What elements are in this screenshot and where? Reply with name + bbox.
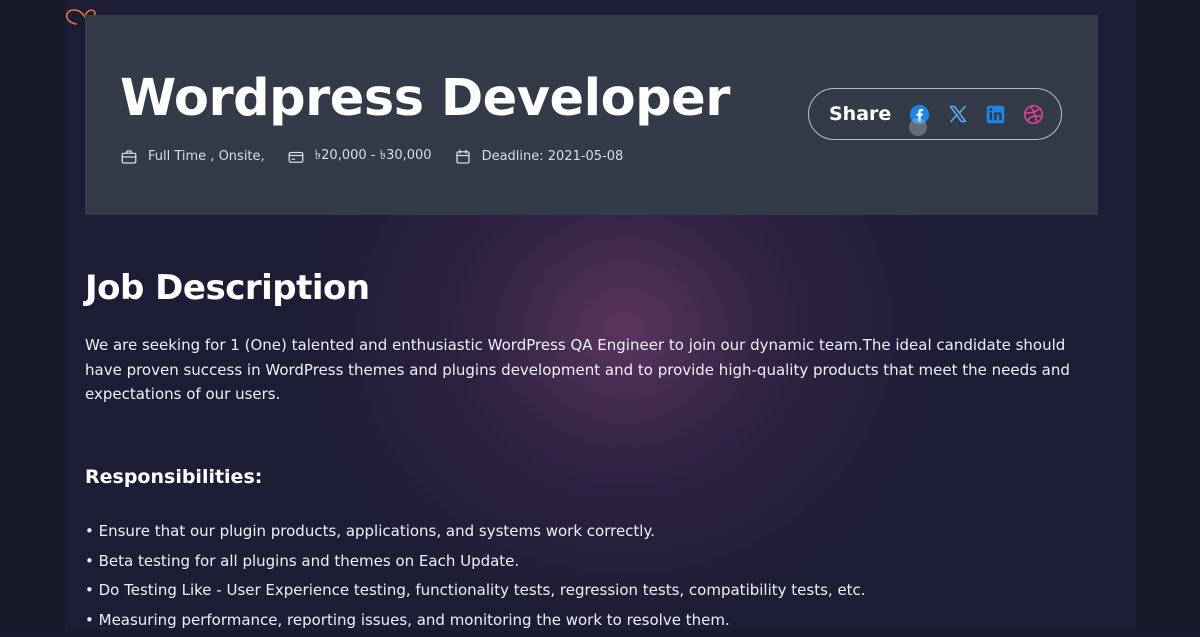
- job-deadline-label: Deadline: 2021-05-08: [482, 149, 624, 164]
- dribbble-icon: [1023, 104, 1044, 125]
- job-meta-row: Full Time , Onsite, ৳20,000 - ৳30,000 De…: [120, 146, 645, 167]
- job-description-heading: Job Description: [85, 268, 370, 308]
- calendar-icon: [454, 148, 472, 166]
- outer-margin-left: [0, 0, 65, 630]
- list-item: Ensure that our plugin products, applica…: [85, 519, 866, 549]
- x-icon: [948, 104, 968, 124]
- list-item: Measuring performance, reporting issues,…: [85, 608, 866, 637]
- page-title: Wordpress Developer: [120, 67, 730, 131]
- share-dribbble-button[interactable]: [1023, 103, 1044, 125]
- briefcase-icon: [120, 148, 138, 166]
- share-linkedin-button[interactable]: [985, 103, 1006, 125]
- linkedin-icon: [985, 104, 1006, 125]
- job-type: Full Time , Onsite,: [120, 148, 265, 166]
- mouse-cursor: [909, 118, 927, 136]
- job-salary-label: ৳20,000 - ৳30,000: [315, 146, 432, 167]
- share-bar: Share: [808, 88, 1062, 140]
- responsibilities-heading: Responsibilities:: [85, 466, 262, 488]
- share-label: Share: [829, 103, 891, 125]
- outer-margin-right: [1136, 0, 1200, 630]
- job-description-text: We are seeking for 1 (One) talented and …: [85, 333, 1095, 407]
- job-header-card: Wordpress Developer Full Time , Onsite, …: [85, 15, 1098, 215]
- share-x-button[interactable]: [947, 103, 968, 125]
- list-item: Beta testing for all plugins and themes …: [85, 549, 866, 579]
- list-item: Do Testing Like - User Experience testin…: [85, 578, 866, 608]
- money-card-icon: [287, 148, 305, 166]
- job-type-label: Full Time , Onsite,: [148, 149, 265, 164]
- responsibilities-list: Ensure that our plugin products, applica…: [85, 519, 866, 637]
- job-salary: ৳20,000 - ৳30,000: [287, 146, 432, 167]
- job-deadline: Deadline: 2021-05-08: [454, 148, 624, 166]
